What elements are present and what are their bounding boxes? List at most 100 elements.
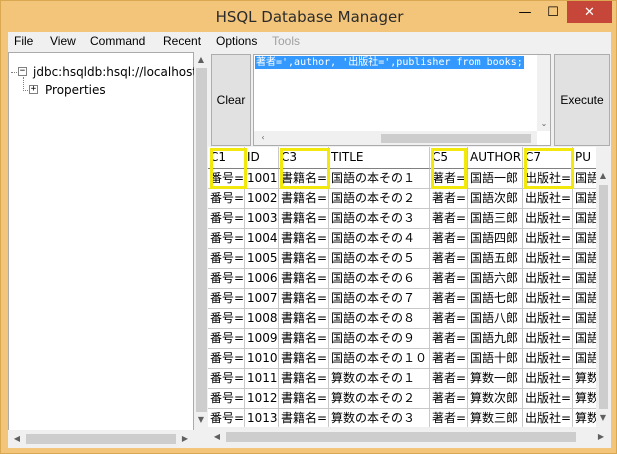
cell-c3[interactable]: 書籍名= xyxy=(279,269,329,289)
cell-c7[interactable]: 出版社= xyxy=(523,369,573,389)
cell-c5[interactable]: 著者= xyxy=(430,269,468,289)
cell-c3[interactable]: 書籍名= xyxy=(279,249,329,269)
cell-author[interactable]: 国語十郎 xyxy=(468,349,523,369)
cell-c5[interactable]: 著者= xyxy=(430,289,468,309)
cell-author[interactable]: 算数三郎 xyxy=(468,409,523,427)
cell-c5[interactable]: 著者= xyxy=(430,249,468,269)
cell-pu[interactable]: 算数 xyxy=(573,369,596,389)
column-header-c5[interactable]: C5 xyxy=(430,147,468,169)
tree-scroll-thumb[interactable] xyxy=(196,68,207,412)
database-tree[interactable]: − jdbc:hsqldb:hsql://localhost/ + Proper… xyxy=(8,52,201,448)
grid-scroll-thumb[interactable] xyxy=(599,185,608,409)
cell-title[interactable]: 国語の本その１０ xyxy=(329,349,430,369)
cell-c5[interactable]: 著者= xyxy=(430,189,468,209)
grid-vertical-scrollbar[interactable]: ▲ ▼ xyxy=(596,147,611,427)
tree-hscroll-thumb[interactable] xyxy=(26,434,176,444)
cell-c1[interactable]: 番号= xyxy=(208,369,245,389)
cell-c1[interactable]: 番号= xyxy=(208,189,245,209)
command-hscroll-thumb[interactable] xyxy=(381,134,531,143)
cell-c7[interactable]: 出版社= xyxy=(523,189,573,209)
cell-title[interactable]: 国語の本その１ xyxy=(329,169,430,189)
cell-author[interactable]: 国語五郎 xyxy=(468,249,523,269)
cell-id[interactable]: 1009 xyxy=(245,329,279,349)
cell-pu[interactable]: 国語 xyxy=(573,209,596,229)
cell-c1[interactable]: 番号= xyxy=(208,229,245,249)
cell-title[interactable]: 算数の本その３ xyxy=(329,409,430,427)
cell-c5[interactable]: 著者= xyxy=(430,349,468,369)
cell-title[interactable]: 国語の本その５ xyxy=(329,249,430,269)
cell-id[interactable]: 1001 xyxy=(245,169,279,189)
cell-id[interactable]: 1010 xyxy=(245,349,279,369)
grid-hscroll-thumb[interactable] xyxy=(226,432,576,442)
cell-id[interactable]: 1012 xyxy=(245,389,279,409)
cell-id[interactable]: 1008 xyxy=(245,309,279,329)
cell-c3[interactable]: 書籍名= xyxy=(279,409,329,427)
cell-c1[interactable]: 番号= xyxy=(208,209,245,229)
cell-c5[interactable]: 著者= xyxy=(430,409,468,427)
column-header-c7[interactable]: C7 xyxy=(523,147,573,169)
cell-title[interactable]: 算数の本その１ xyxy=(329,369,430,389)
maximize-button[interactable]: ☐ xyxy=(539,1,567,23)
tree-node-connection[interactable]: jdbc:hsqldb:hsql://localhost/ xyxy=(33,65,201,79)
cell-c3[interactable]: 書籍名= xyxy=(279,289,329,309)
cell-c3[interactable]: 書籍名= xyxy=(279,369,329,389)
cell-author[interactable]: 国語六郎 xyxy=(468,269,523,289)
cell-c7[interactable]: 出版社= xyxy=(523,209,573,229)
cell-title[interactable]: 国語の本その４ xyxy=(329,229,430,249)
cell-c1[interactable]: 番号= xyxy=(208,169,245,189)
cell-title[interactable]: 算数の本その２ xyxy=(329,389,430,409)
cell-id[interactable]: 1011 xyxy=(245,369,279,389)
cell-c7[interactable]: 出版社= xyxy=(523,289,573,309)
cell-c3[interactable]: 書籍名= xyxy=(279,349,329,369)
cell-pu[interactable]: 国語 xyxy=(573,169,596,189)
cell-c7[interactable]: 出版社= xyxy=(523,169,573,189)
cell-c5[interactable]: 著者= xyxy=(430,309,468,329)
cell-pu[interactable]: 算数 xyxy=(573,389,596,409)
command-horizontal-scrollbar[interactable]: ‹ xyxy=(254,131,537,145)
cell-pu[interactable]: 国語 xyxy=(573,249,596,269)
cell-pu[interactable]: 国語 xyxy=(573,349,596,369)
cell-author[interactable]: 国語三郎 xyxy=(468,209,523,229)
cell-c5[interactable]: 著者= xyxy=(430,169,468,189)
scroll-down-icon[interactable]: ▼ xyxy=(596,411,610,425)
cell-pu[interactable]: 国語 xyxy=(573,229,596,249)
cell-pu[interactable]: 国語 xyxy=(573,309,596,329)
tree-vertical-scrollbar[interactable]: ▲ ▼ xyxy=(194,52,209,428)
cell-c1[interactable]: 番号= xyxy=(208,289,245,309)
column-header-pu[interactable]: PU xyxy=(573,147,596,169)
cell-id[interactable]: 1003 xyxy=(245,209,279,229)
cell-pu[interactable]: 国語 xyxy=(573,329,596,349)
column-header-c3[interactable]: C3 xyxy=(279,147,329,169)
scroll-left-icon[interactable]: ◀ xyxy=(210,430,224,444)
cell-c7[interactable]: 出版社= xyxy=(523,329,573,349)
cell-c7[interactable]: 出版社= xyxy=(523,269,573,289)
cell-c3[interactable]: 書籍名= xyxy=(279,309,329,329)
cell-title[interactable]: 国語の本その８ xyxy=(329,309,430,329)
cell-author[interactable]: 算数次郎 xyxy=(468,389,523,409)
cell-pu[interactable]: 国語 xyxy=(573,289,596,309)
cell-c5[interactable]: 著者= xyxy=(430,329,468,349)
command-vertical-scrollbar[interactable]: ⌄ xyxy=(537,55,550,131)
cell-author[interactable]: 国語七郎 xyxy=(468,289,523,309)
cell-c5[interactable]: 著者= xyxy=(430,229,468,249)
cell-c1[interactable]: 番号= xyxy=(208,329,245,349)
cell-c1[interactable]: 番号= xyxy=(208,389,245,409)
collapse-icon[interactable]: − xyxy=(18,67,27,76)
cell-c7[interactable]: 出版社= xyxy=(523,409,573,427)
cell-author[interactable]: 国語四郎 xyxy=(468,229,523,249)
column-header-id[interactable]: ID xyxy=(245,147,279,169)
title-bar[interactable]: HSQL Database Manager — ☐ ✕ xyxy=(1,1,616,32)
cell-id[interactable]: 1004 xyxy=(245,229,279,249)
scroll-down-icon[interactable]: ⌄ xyxy=(537,117,550,131)
menu-file[interactable]: File xyxy=(14,34,33,48)
cell-title[interactable]: 国語の本その７ xyxy=(329,289,430,309)
cell-author[interactable]: 国語一郎 xyxy=(468,169,523,189)
menu-view[interactable]: View xyxy=(50,34,76,48)
cell-c5[interactable]: 著者= xyxy=(430,389,468,409)
cell-c7[interactable]: 出版社= xyxy=(523,349,573,369)
cell-pu[interactable]: 算数 xyxy=(573,409,596,427)
cell-c3[interactable]: 書籍名= xyxy=(279,169,329,189)
tree-node-properties[interactable]: Properties xyxy=(45,83,106,97)
scroll-right-icon[interactable]: ▶ xyxy=(594,430,608,444)
cell-title[interactable]: 国語の本その６ xyxy=(329,269,430,289)
